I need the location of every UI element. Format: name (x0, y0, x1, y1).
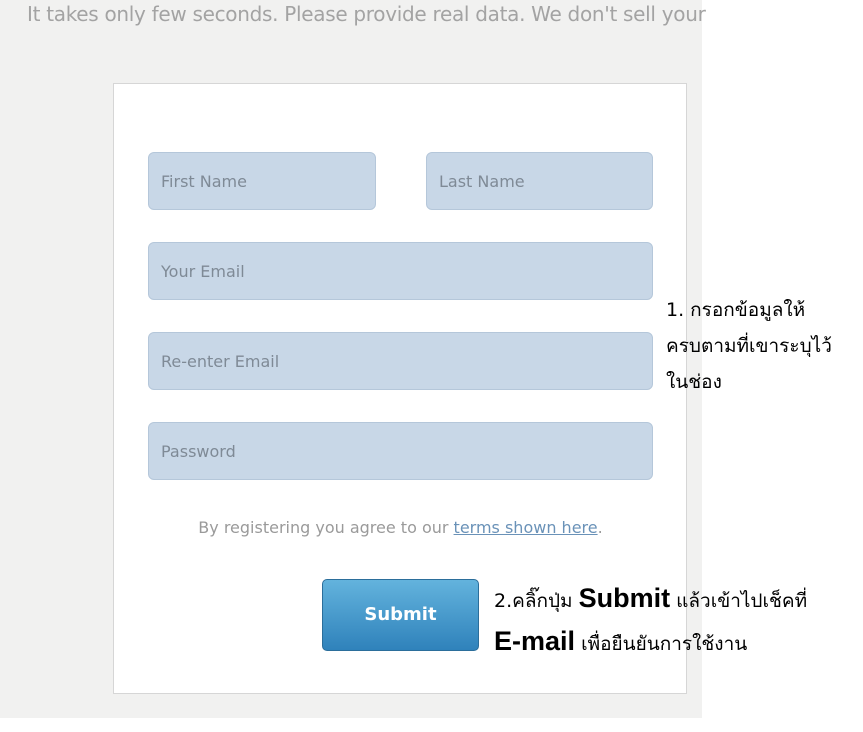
note1-line3: ในช่อง (666, 371, 722, 393)
email-input[interactable] (148, 242, 653, 300)
note2-prefix: 2.คลิ๊กปุ่ม (494, 590, 579, 612)
note2-submit-word: Submit (578, 583, 671, 613)
submit-button[interactable]: Submit (322, 579, 479, 651)
terms-agreement-text: By registering you agree to our terms sh… (148, 518, 653, 537)
instruction-note-fill-fields: 1. กรอกข้อมูลให้ ครบตามที่เขาระบุไว้ ในช… (666, 292, 863, 400)
note1-line1: 1. กรอกข้อมูลให้ (666, 299, 806, 321)
terms-agreement-suffix: . (597, 518, 603, 537)
note1-line2: ครบตามที่เขาระบุไว้ (666, 335, 832, 357)
first-name-input[interactable] (148, 152, 376, 210)
note2-suffix: เพื่อยืนยันการใช้งาน (575, 633, 748, 655)
terms-agreement-prefix: By registering you agree to our (198, 518, 454, 537)
reenter-email-input[interactable] (148, 332, 653, 390)
note2-email-word: E-mail (494, 626, 576, 656)
note2-line1: 2.คลิ๊กปุ่ม Submit แล้วเข้าไปเช็คที่ (494, 578, 863, 621)
last-name-input[interactable] (426, 152, 653, 210)
password-input[interactable] (148, 422, 653, 480)
note2-line2: E-mail เพื่อยืนยันการใช้งาน (494, 621, 863, 664)
instruction-note-click-submit: 2.คลิ๊กปุ่ม Submit แล้วเข้าไปเช็คที่ E-m… (494, 578, 863, 664)
note2-middle: แล้วเข้าไปเช็คที่ (670, 590, 808, 612)
signup-tagline: It takes only few seconds. Please provid… (27, 2, 706, 26)
terms-link[interactable]: terms shown here (454, 518, 598, 537)
